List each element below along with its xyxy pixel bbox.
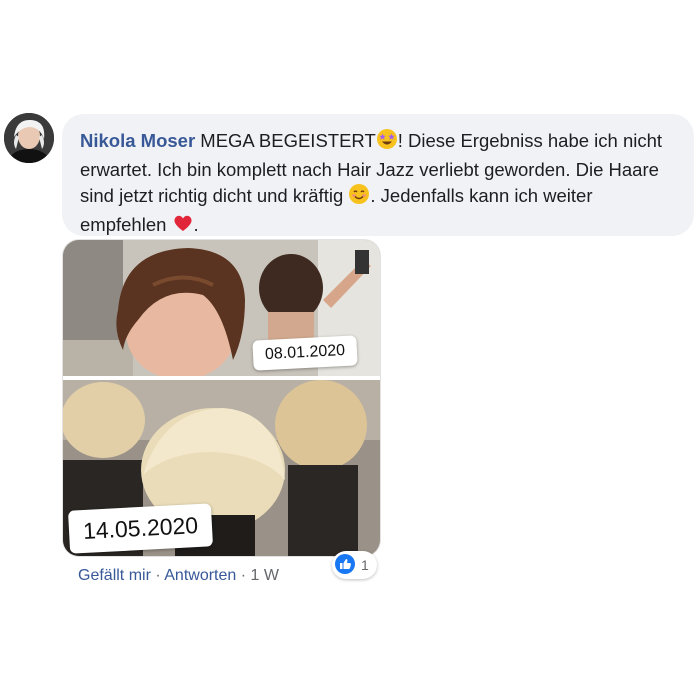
comment-text-part: . — [193, 214, 199, 235]
like-link[interactable]: Gefällt mir — [78, 567, 151, 584]
thumbs-up-icon — [334, 553, 356, 578]
reaction-count: 1 — [361, 557, 369, 573]
comment-bubble: Nikola Moser MEGA BEGEISTERT! Diese Erge… — [62, 114, 694, 236]
avatar[interactable] — [4, 113, 54, 163]
star-struck-emoji-icon — [376, 128, 398, 157]
separator: · — [150, 567, 165, 584]
separator: · — [236, 567, 251, 584]
before-after-photo[interactable]: 08.01.2020 14.05.2020 — [63, 240, 380, 556]
smiling-emoji-icon — [348, 183, 370, 212]
red-heart-icon — [172, 212, 194, 241]
date-label-before: 08.01.2020 — [252, 335, 358, 371]
comment-text-part: MEGA BEGEISTERT — [195, 130, 376, 151]
reply-link[interactable]: Antworten — [164, 567, 236, 584]
comment-author[interactable]: Nikola Moser — [80, 130, 195, 151]
comment-age[interactable]: 1 W — [251, 567, 279, 584]
date-label-after: 14.05.2020 — [67, 503, 214, 554]
reaction-summary[interactable]: 1 — [332, 551, 377, 579]
comment-actions: Gefällt mir · Antworten · 1 W — [78, 567, 279, 585]
